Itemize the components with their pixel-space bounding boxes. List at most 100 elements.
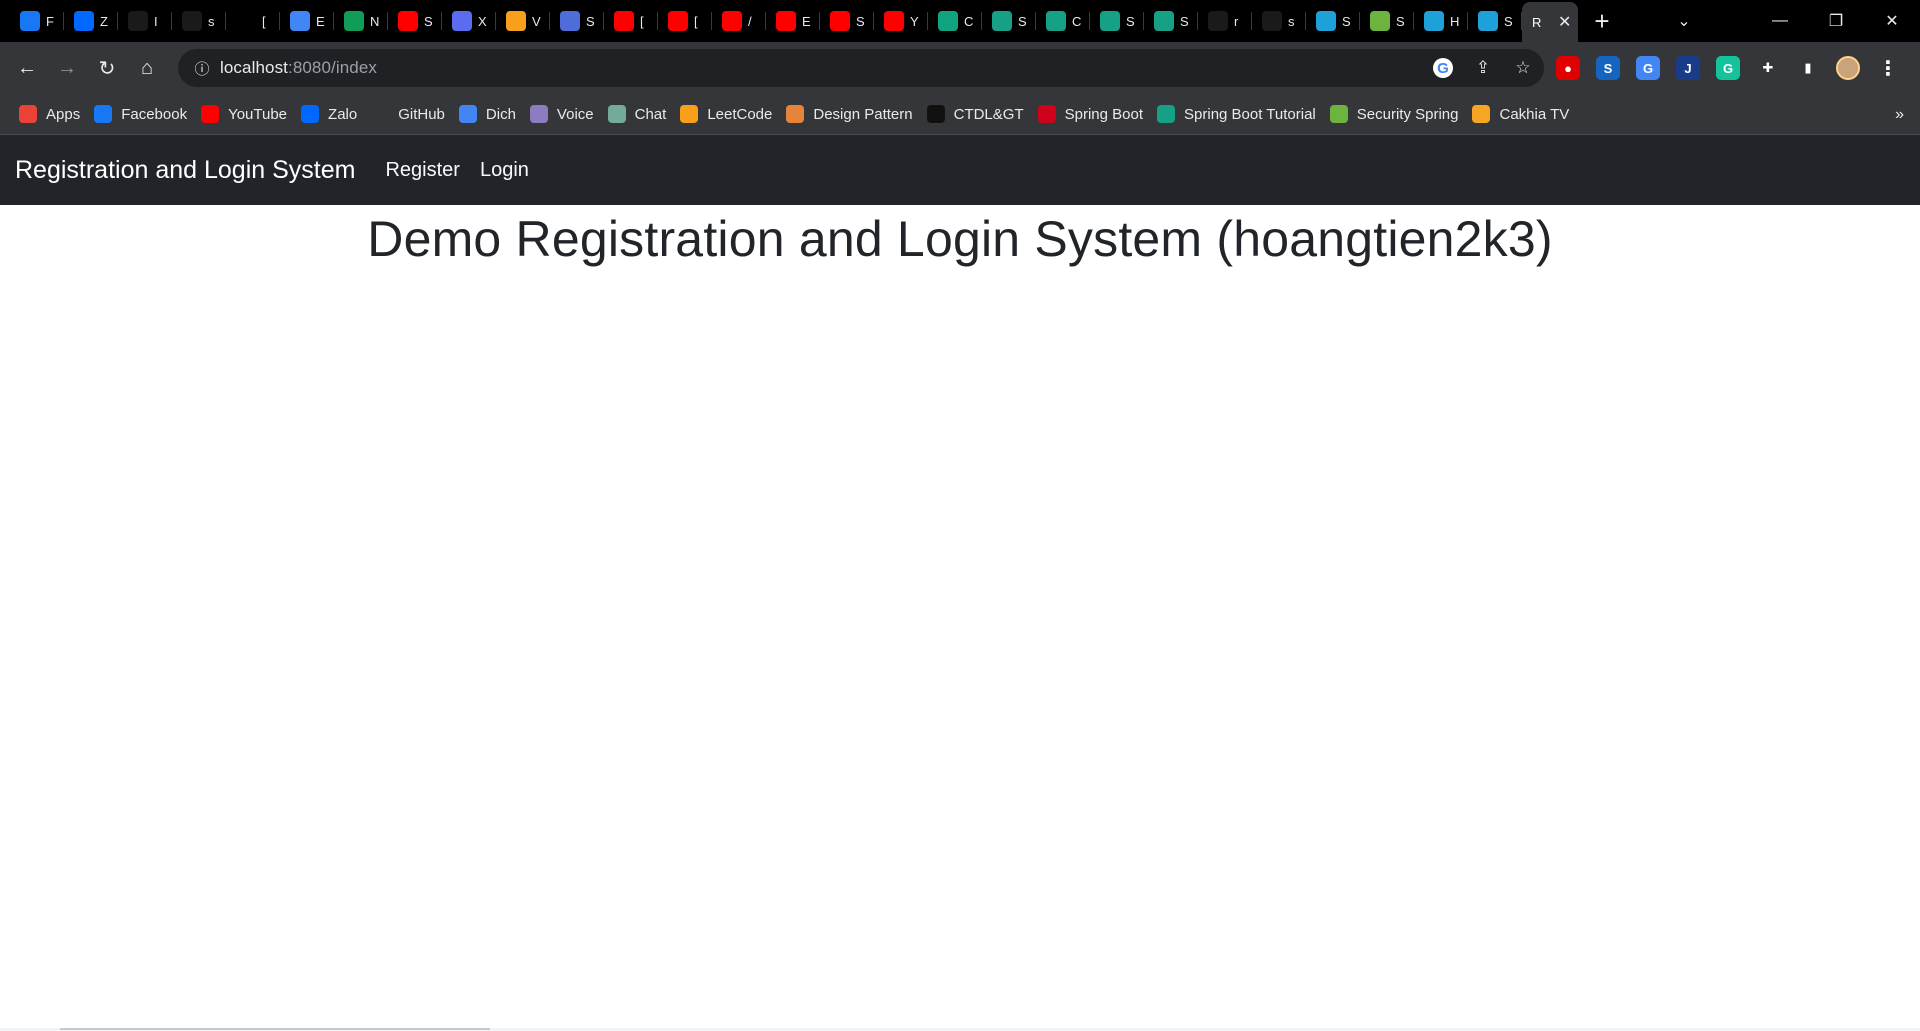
navbar-brand[interactable]: Registration and Login System <box>15 156 355 185</box>
back-button[interactable]: ← <box>8 49 46 87</box>
browser-tab[interactable]: S <box>550 0 604 42</box>
browser-tab[interactable]: H <box>1414 0 1468 42</box>
minimize-button[interactable]: — <box>1752 0 1808 42</box>
browser-tab[interactable]: Z <box>64 0 118 42</box>
tab-title: N <box>370 13 380 29</box>
grammarly-icon[interactable]: G <box>1716 56 1740 80</box>
j-extension-icon[interactable]: J <box>1676 56 1700 80</box>
zalo-icon <box>74 11 94 31</box>
browser-tab[interactable]: S <box>982 0 1036 42</box>
browser-tab[interactable]: E <box>280 0 334 42</box>
vuejs-icon <box>560 11 580 31</box>
browser-tab[interactable]: S <box>1468 0 1522 42</box>
browser-tab[interactable]: N <box>334 0 388 42</box>
new-tab-button[interactable]: + <box>1582 0 1622 42</box>
share-icon[interactable]: ⇪ <box>1472 57 1494 79</box>
side-panel-icon[interactable]: ▮ <box>1796 56 1820 80</box>
browser-tab[interactable]: [ <box>658 0 712 42</box>
bookmark-item[interactable]: Voice <box>527 99 605 129</box>
home-button[interactable]: ⌂ <box>128 49 166 87</box>
youtube-icon <box>201 105 220 123</box>
chatgpt-icon <box>236 11 256 31</box>
browser-tab[interactable]: s <box>172 0 226 42</box>
browser-tab[interactable]: C <box>1036 0 1090 42</box>
puzzle-icon[interactable]: ✚ <box>1756 56 1780 80</box>
address-bar[interactable]: ⓘ localhost:8080/index G ⇪ ☆ <box>178 49 1544 87</box>
bookmark-item[interactable]: Facebook <box>91 99 198 129</box>
bookmark-item[interactable]: Dich <box>456 99 527 129</box>
scrollbar-thumb[interactable] <box>60 1028 490 1030</box>
browser-tab[interactable]: S <box>1360 0 1414 42</box>
tab-title: S <box>1342 13 1351 29</box>
browser-tab[interactable]: C <box>928 0 982 42</box>
browser-tab[interactable]: [ <box>226 0 280 42</box>
bookmark-item[interactable]: Cakhia TV <box>1469 99 1580 129</box>
tab-title: S <box>1396 13 1405 29</box>
more-bookmarks-button[interactable]: » <box>1895 94 1904 135</box>
bookmark-label: LeetCode <box>707 105 773 123</box>
bookmark-item[interactable]: Spring Boot <box>1035 99 1154 129</box>
tab-title: C <box>964 13 974 29</box>
browser-tab[interactable]: Y <box>874 0 928 42</box>
extensions-area: ● S G J G ✚ ▮ ⋮ <box>1556 49 1900 87</box>
active-tab[interactable]: R ✕ <box>1522 2 1578 42</box>
tab-title: [ <box>640 13 644 29</box>
browser-tab[interactable]: I <box>118 0 172 42</box>
chatgpt-icon <box>607 105 626 123</box>
bookmark-star-icon[interactable]: ☆ <box>1512 57 1534 79</box>
bookmark-item[interactable]: LeetCode <box>677 99 783 129</box>
browser-tab[interactable]: S <box>388 0 442 42</box>
browser-tab[interactable]: r <box>1198 0 1252 42</box>
bookmark-item[interactable]: CTDL&GT <box>924 99 1035 129</box>
browser-tab[interactable]: S <box>1090 0 1144 42</box>
bookmark-item[interactable]: Zalo <box>298 99 368 129</box>
kebab-menu-icon[interactable]: ⋮ <box>1876 56 1900 80</box>
microphone-icon <box>529 105 548 123</box>
url-text[interactable]: localhost:8080/index <box>220 58 377 78</box>
close-tab-icon[interactable]: ✕ <box>1558 12 1571 32</box>
browser-tab[interactable]: S <box>820 0 874 42</box>
nav-link-login[interactable]: Login <box>480 159 529 182</box>
reload-button[interactable]: ↻ <box>88 49 126 87</box>
nav-link-register[interactable]: Register <box>385 159 459 182</box>
refactoring-guru-icon <box>786 105 805 123</box>
adblock-icon[interactable]: ● <box>1556 56 1580 80</box>
browser-tab[interactable]: S <box>1144 0 1198 42</box>
forward-button[interactable]: → <box>48 49 86 87</box>
browser-tab[interactable]: F <box>10 0 64 42</box>
bookmark-item[interactable]: Design Pattern <box>783 99 923 129</box>
bookmark-item[interactable]: GitHub <box>368 99 456 129</box>
tab-title: E <box>802 13 811 29</box>
facebook-icon <box>94 105 113 123</box>
bookmark-label: Design Pattern <box>813 105 913 123</box>
browser-tab[interactable]: [ <box>604 0 658 42</box>
restore-button[interactable]: ❐ <box>1808 0 1864 42</box>
bookmark-item[interactable]: Security Spring <box>1327 99 1470 129</box>
chatgpt-icon <box>938 11 958 31</box>
spring-s-icon[interactable]: S <box>1596 56 1620 80</box>
bookmark-item[interactable]: YouTube <box>198 99 298 129</box>
bookmark-item[interactable]: Spring Boot Tutorial <box>1154 99 1327 129</box>
google-translate-icon[interactable]: G <box>1636 56 1660 80</box>
browser-tab[interactable]: E <box>766 0 820 42</box>
browser-tab[interactable]: / <box>712 0 766 42</box>
site-info-icon[interactable]: ⓘ <box>184 58 220 79</box>
bookmark-label: Voice <box>556 105 594 123</box>
tab-search-button[interactable]: ⌄ <box>1656 0 1712 42</box>
bookmark-item[interactable]: Chat <box>605 99 678 129</box>
browser-tab[interactable]: V <box>496 0 550 42</box>
url-path: :8080/index <box>288 58 378 77</box>
page-heading: Demo Registration and Login System (hoan… <box>367 211 1553 267</box>
close-window-button[interactable]: ✕ <box>1864 0 1920 42</box>
tab-title: R <box>1532 14 1542 30</box>
tab-title: s <box>1288 13 1295 29</box>
javascript-icon <box>1100 11 1120 31</box>
javascript-icon <box>1157 105 1176 123</box>
avatar[interactable] <box>1836 56 1860 80</box>
browser-tab[interactable]: s <box>1252 0 1306 42</box>
browser-tab[interactable]: S <box>1306 0 1360 42</box>
bookmark-item[interactable]: Apps <box>16 99 91 129</box>
google-lens-icon[interactable]: G <box>1432 57 1454 79</box>
browser-tab[interactable]: X <box>442 0 496 42</box>
tab-strip: F Z Is[E N S X V S[[/ E S Y C S C S Sr s S S H S R ✕ + ⌄ — ❐ ✕ <box>0 0 1920 42</box>
